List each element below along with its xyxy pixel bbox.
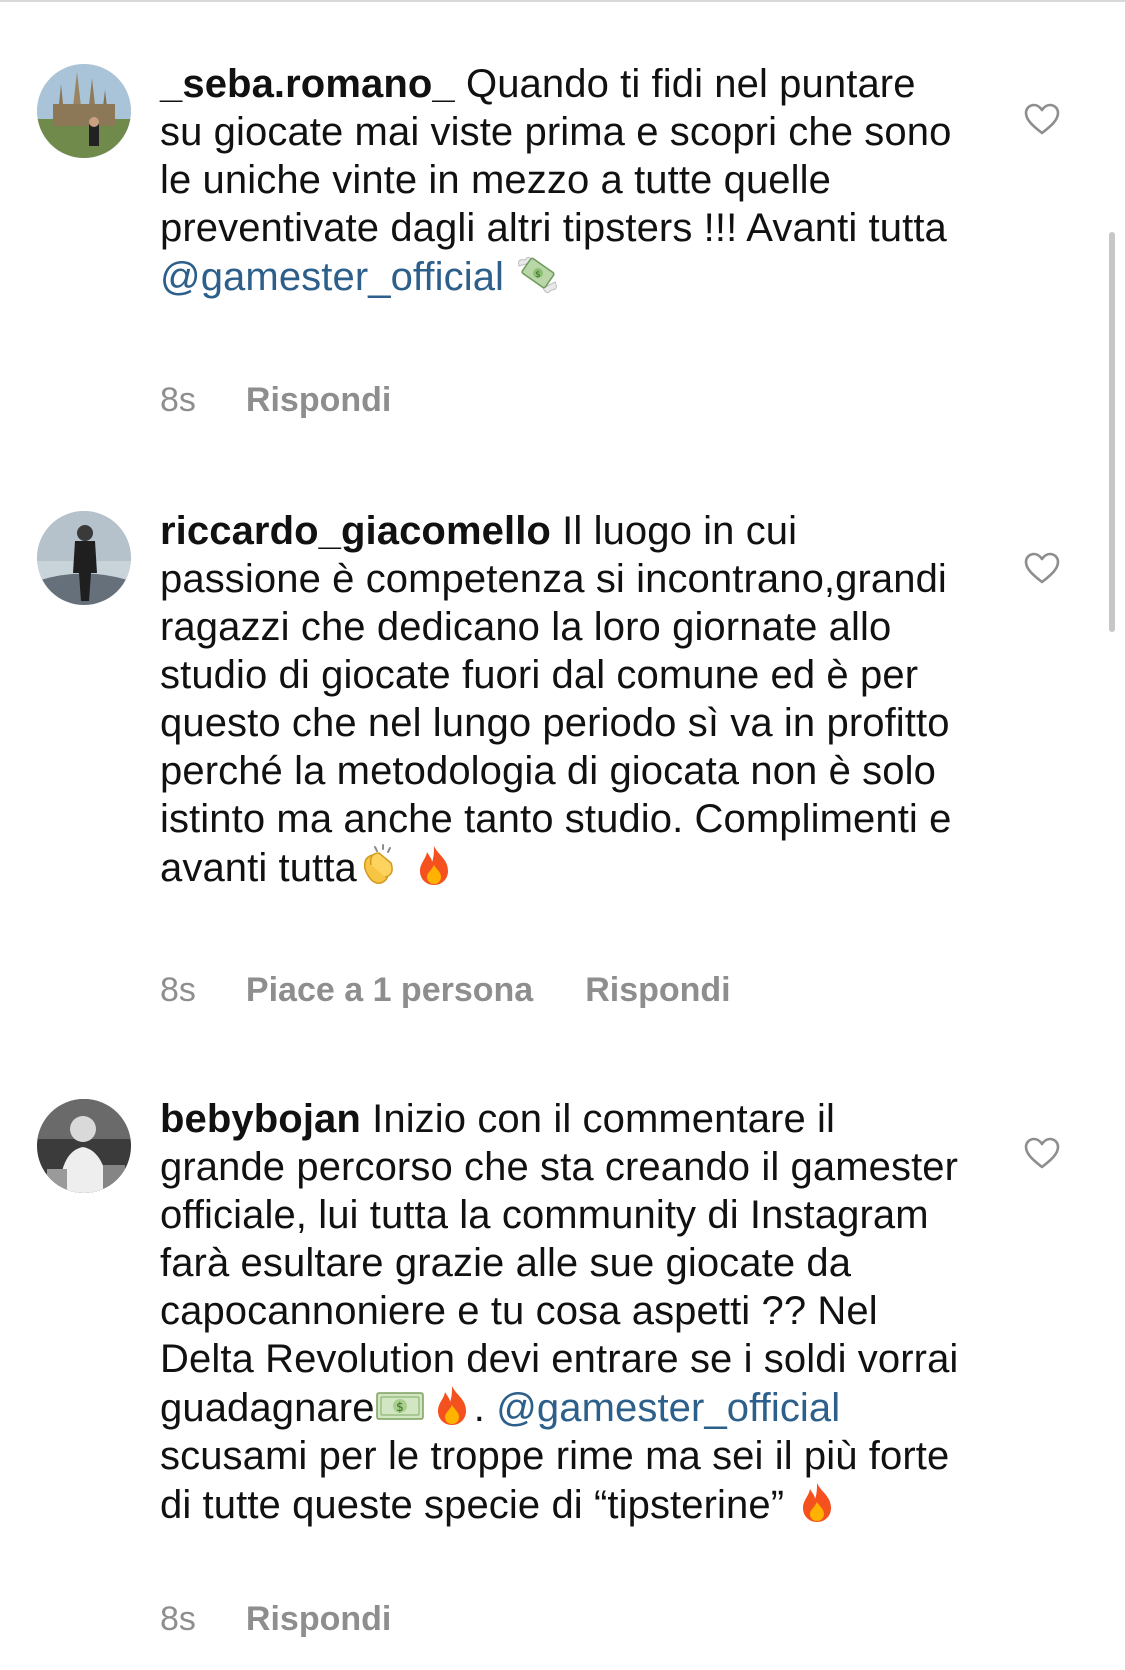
avatar[interactable] [37,511,131,605]
comment-body: riccardo_giacomello Il luogo in cui pass… [160,507,960,892]
comment-meta: 8s Rispondi [160,380,443,420]
avatar-photo [37,64,131,158]
comment-body: _seba.romano_ Quando ti fidi nel puntare… [160,60,960,301]
dollar-banknote-icon: $ [375,1383,424,1427]
avatar-photo [37,511,131,605]
comment-meta: 8s Rispondi [160,1599,443,1639]
comment-time: 8s [160,381,196,419]
top-divider [0,0,1125,2]
avatar-photo [37,1099,131,1193]
clapping-hands-icon [357,843,401,887]
mention-link[interactable]: @gamester_official [496,1386,840,1430]
comment-body: bebybojan Inizio con il commentare il gr… [160,1095,960,1529]
svg-text:$: $ [535,270,541,280]
scrollbar[interactable] [1109,232,1115,632]
avatar[interactable] [37,1099,131,1193]
comment-time: 8s [160,971,196,1009]
comment-username[interactable]: bebybojan [160,1097,361,1141]
mention-link[interactable]: @gamester_official [160,255,504,299]
likes-count-link[interactable]: Piace a 1 persona [246,970,533,1010]
comment-username[interactable]: riccardo_giacomello [160,509,551,553]
like-heart-icon[interactable] [1023,551,1061,585]
comments-screen: _seba.romano_ Quando ti fidi nel puntare… [0,0,1125,1670]
reply-button[interactable]: Rispondi [585,970,730,1010]
reply-button[interactable]: Rispondi [246,1599,391,1639]
fire-icon [430,1383,474,1427]
comment-username[interactable]: _seba.romano_ [160,62,455,106]
comment-meta: 8s Piace a 1 persona Rispondi [160,970,783,1010]
comment-text: Il luogo in cui passione è competenza si… [160,509,952,890]
money-with-wings-icon: $ [515,252,559,296]
comment-text: Inizio con il commentare il grande perco… [160,1097,959,1430]
reply-button[interactable]: Rispondi [246,380,391,420]
fire-icon [795,1480,839,1524]
avatar[interactable] [37,64,131,158]
comment-time: 8s [160,1600,196,1638]
svg-text:$: $ [396,1400,404,1414]
like-heart-icon[interactable] [1023,1136,1061,1170]
fire-icon [412,843,456,887]
comment-text: . [473,1386,497,1430]
like-heart-icon[interactable] [1023,102,1061,136]
